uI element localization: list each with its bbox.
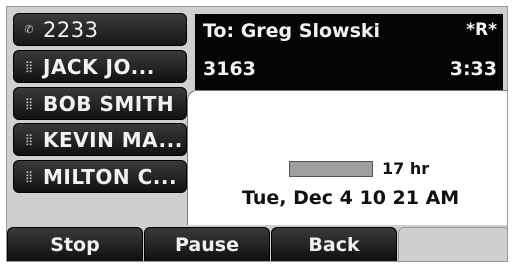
keypad-icon: ⣿ [24,59,34,73]
line-key-label: JACK JO... [43,54,155,79]
call-number: 3163 [203,58,256,80]
battery-remaining: 17 hr [382,159,430,178]
empty-softkey[interactable] [398,227,507,261]
line-key-bob[interactable]: ⣿ BOB SMITH [13,87,187,120]
line-key-kevin[interactable]: ⣿ KEVIN MA... [13,123,187,156]
back-button[interactable]: Back [271,227,397,261]
active-call-panel[interactable]: To: Greg Slowski *R* 3163 3:33 [195,14,503,90]
line-key-2233[interactable]: ✆ 2233 [13,13,187,46]
keypad-icon: ⣿ [24,132,34,146]
call-timer: 3:33 [449,58,497,80]
phone-screen: ✆ 2233 ⣿ JACK JO... ⣿ BOB SMITH ⣿ KEVIN … [6,6,508,262]
line-key-jack[interactable]: ⣿ JACK JO... [13,50,187,83]
phone-line-icon: ✆ [24,22,34,36]
keypad-icon: ⣿ [24,169,34,183]
line-key-label: BOB SMITH [43,91,175,116]
call-recipient: To: Greg Slowski [203,20,381,42]
line-key-milton[interactable]: ⣿ MILTON C... [13,160,187,193]
pause-button[interactable]: Pause [144,227,270,261]
softkey-bar: Stop Pause Back [7,225,507,261]
recording-indicator: *R* [466,20,497,40]
line-key-label: 2233 [43,17,99,42]
status-area: 17 hr Tue, Dec 4 10 21 AM [187,90,507,225]
battery-bar [289,161,373,177]
line-key-label: KEVIN MA... [43,127,183,152]
line-key-label: MILTON C... [43,164,178,189]
date-time: Tue, Dec 4 10 21 AM [242,187,460,209]
battery-fill [290,162,372,176]
stop-button[interactable]: Stop [7,227,143,261]
keypad-icon: ⣿ [24,96,34,110]
